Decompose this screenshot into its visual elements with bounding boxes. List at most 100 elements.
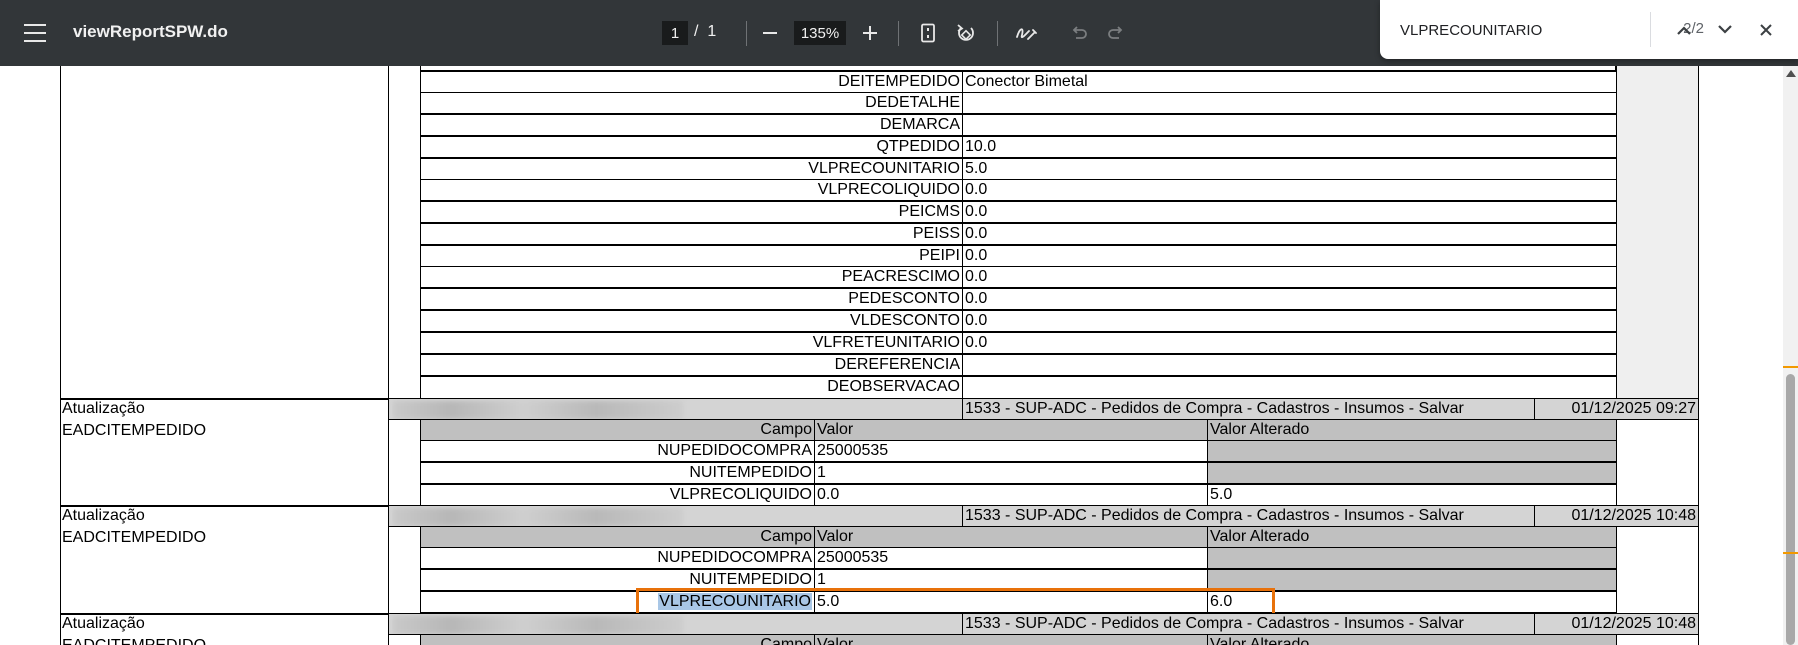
toolbar-divider xyxy=(898,21,899,46)
redo-icon xyxy=(1108,26,1123,39)
entry-datetime: 01/12/2025 09:27 xyxy=(1534,398,1699,420)
find-close-button[interactable] xyxy=(1748,12,1784,48)
find-previous-button[interactable] xyxy=(1666,12,1702,48)
change-alterado xyxy=(1207,462,1617,484)
field-value xyxy=(962,376,1617,399)
redo-button[interactable] xyxy=(1099,16,1133,50)
field-name: PEICMS xyxy=(420,201,963,223)
empty-column xyxy=(1616,66,1699,399)
find-divider xyxy=(1650,12,1651,47)
find-close-icon xyxy=(1760,24,1772,36)
pdf-page: DEITEMPEDIDO Conector Bimetal DEDETALHE … xyxy=(0,66,1783,645)
change-valor: 25000535 xyxy=(814,547,1208,569)
scroll-up-arrow-icon[interactable] xyxy=(1786,70,1796,77)
field-name: VLDESCONTO xyxy=(420,310,963,332)
rotate-icon xyxy=(957,24,974,41)
field-name: DEREFERENCIA xyxy=(420,354,963,376)
change-alterado xyxy=(1207,440,1617,462)
entry-action: Atualização xyxy=(62,615,145,632)
find-result-marker xyxy=(1783,366,1798,368)
field-value: 0.0 xyxy=(962,223,1617,245)
entry-operation: 1533 - SUP-ADC - Pedidos de Compra - Cad… xyxy=(962,505,1535,527)
header-campo: Campo xyxy=(420,419,815,441)
zoom-level-input[interactable] xyxy=(794,21,846,45)
field-name: VLFRETEUNITARIO xyxy=(420,332,963,354)
field-value xyxy=(962,114,1617,136)
header-valor-alterado: Valor Alterado xyxy=(1207,634,1617,645)
header-valor: Valor xyxy=(814,419,1208,441)
document-title: viewReportSPW.do xyxy=(73,22,228,41)
menu-icon[interactable] xyxy=(22,21,48,45)
field-value: 0.0 xyxy=(962,310,1617,332)
field-value: 0.0 xyxy=(962,201,1617,223)
find-result-marker xyxy=(1783,552,1798,554)
header-valor-alterado: Valor Alterado xyxy=(1207,419,1617,441)
find-next-button[interactable] xyxy=(1707,12,1743,48)
change-valor: 25000535 xyxy=(814,440,1208,462)
entry-action: Atualização xyxy=(62,507,145,524)
field-name: PEIPI xyxy=(420,245,963,267)
page-number-input[interactable] xyxy=(662,21,688,45)
change-valor: 0.0 xyxy=(814,484,1208,506)
user-name-redacted xyxy=(388,505,963,527)
field-value: 0.0 xyxy=(962,245,1617,267)
zoom-out-button[interactable] xyxy=(753,16,787,50)
field-value: 0.0 xyxy=(962,332,1617,354)
field-name: PEISS xyxy=(420,223,963,245)
toolbar-divider xyxy=(746,21,747,46)
find-bar: 2/2 xyxy=(1380,0,1798,59)
change-campo: NUPEDIDOCOMPRA xyxy=(420,547,815,569)
fit-page-icon xyxy=(921,23,935,43)
field-name: PEACRESCIMO xyxy=(420,266,963,288)
scrollbar-thumb[interactable] xyxy=(1786,374,1795,645)
change-campo: VLPRECOLIQUIDO xyxy=(420,484,815,506)
pdf-viewer[interactable]: DEITEMPEDIDO Conector Bimetal DEDETALHE … xyxy=(0,66,1783,645)
change-campo: NUPEDIDOCOMPRA xyxy=(420,440,815,462)
undo-icon xyxy=(1072,26,1087,39)
field-value xyxy=(962,92,1617,114)
page-count: / 1 xyxy=(694,23,716,41)
change-valor: 1 xyxy=(814,462,1208,484)
draw-icon xyxy=(1016,28,1037,40)
field-value: 10.0 xyxy=(962,136,1617,158)
change-alterado: 5.0 xyxy=(1207,484,1617,506)
field-value: Conector Bimetal xyxy=(962,71,1617,93)
page-total: 1 xyxy=(707,23,717,40)
field-value xyxy=(962,354,1617,376)
undo-button[interactable] xyxy=(1062,16,1096,50)
entry-table: EADCITEMPEDIDO xyxy=(62,636,206,645)
field-name: VLPRECOLIQUIDO xyxy=(420,179,963,201)
field-value: 0.0 xyxy=(962,179,1617,201)
field-name: DEDETALHE xyxy=(420,92,963,114)
find-prev-icon xyxy=(1677,26,1691,35)
fit-page-button[interactable] xyxy=(911,16,945,50)
table-border xyxy=(60,66,61,645)
user-name-redacted xyxy=(388,613,963,635)
entry-action: Atualização xyxy=(62,400,145,417)
change-alterado xyxy=(1207,547,1617,569)
field-name: DEITEMPEDIDO xyxy=(420,71,963,93)
header-campo: Campo xyxy=(420,526,815,548)
zoom-in-button[interactable] xyxy=(853,16,887,50)
field-name: VLPRECOUNITARIO xyxy=(420,158,963,180)
header-campo: Campo xyxy=(420,634,815,645)
entry-operation: 1533 - SUP-ADC - Pedidos de Compra - Cad… xyxy=(962,613,1535,635)
find-input[interactable] xyxy=(1398,18,1642,42)
field-name: DEOBSERVACAO xyxy=(420,376,963,399)
zoom-in-icon xyxy=(863,26,877,40)
header-valor-alterado: Valor Alterado xyxy=(1207,526,1617,548)
header-valor: Valor xyxy=(814,526,1208,548)
find-next-icon xyxy=(1718,25,1732,34)
rotate-button[interactable] xyxy=(949,16,983,50)
field-value: 0.0 xyxy=(962,266,1617,288)
field-name: DEMARCA xyxy=(420,114,963,136)
zoom-out-icon xyxy=(763,32,777,34)
field-name: QTPEDIDO xyxy=(420,136,963,158)
entry-table: EADCITEMPEDIDO xyxy=(62,529,207,546)
entry-datetime: 01/12/2025 10:48 xyxy=(1534,505,1699,527)
vertical-scrollbar[interactable] xyxy=(1783,66,1798,645)
user-name-redacted xyxy=(388,398,963,420)
field-name: PEDESCONTO xyxy=(420,288,963,310)
draw-button[interactable] xyxy=(1009,16,1043,50)
entry-datetime: 01/12/2025 10:48 xyxy=(1534,613,1699,635)
